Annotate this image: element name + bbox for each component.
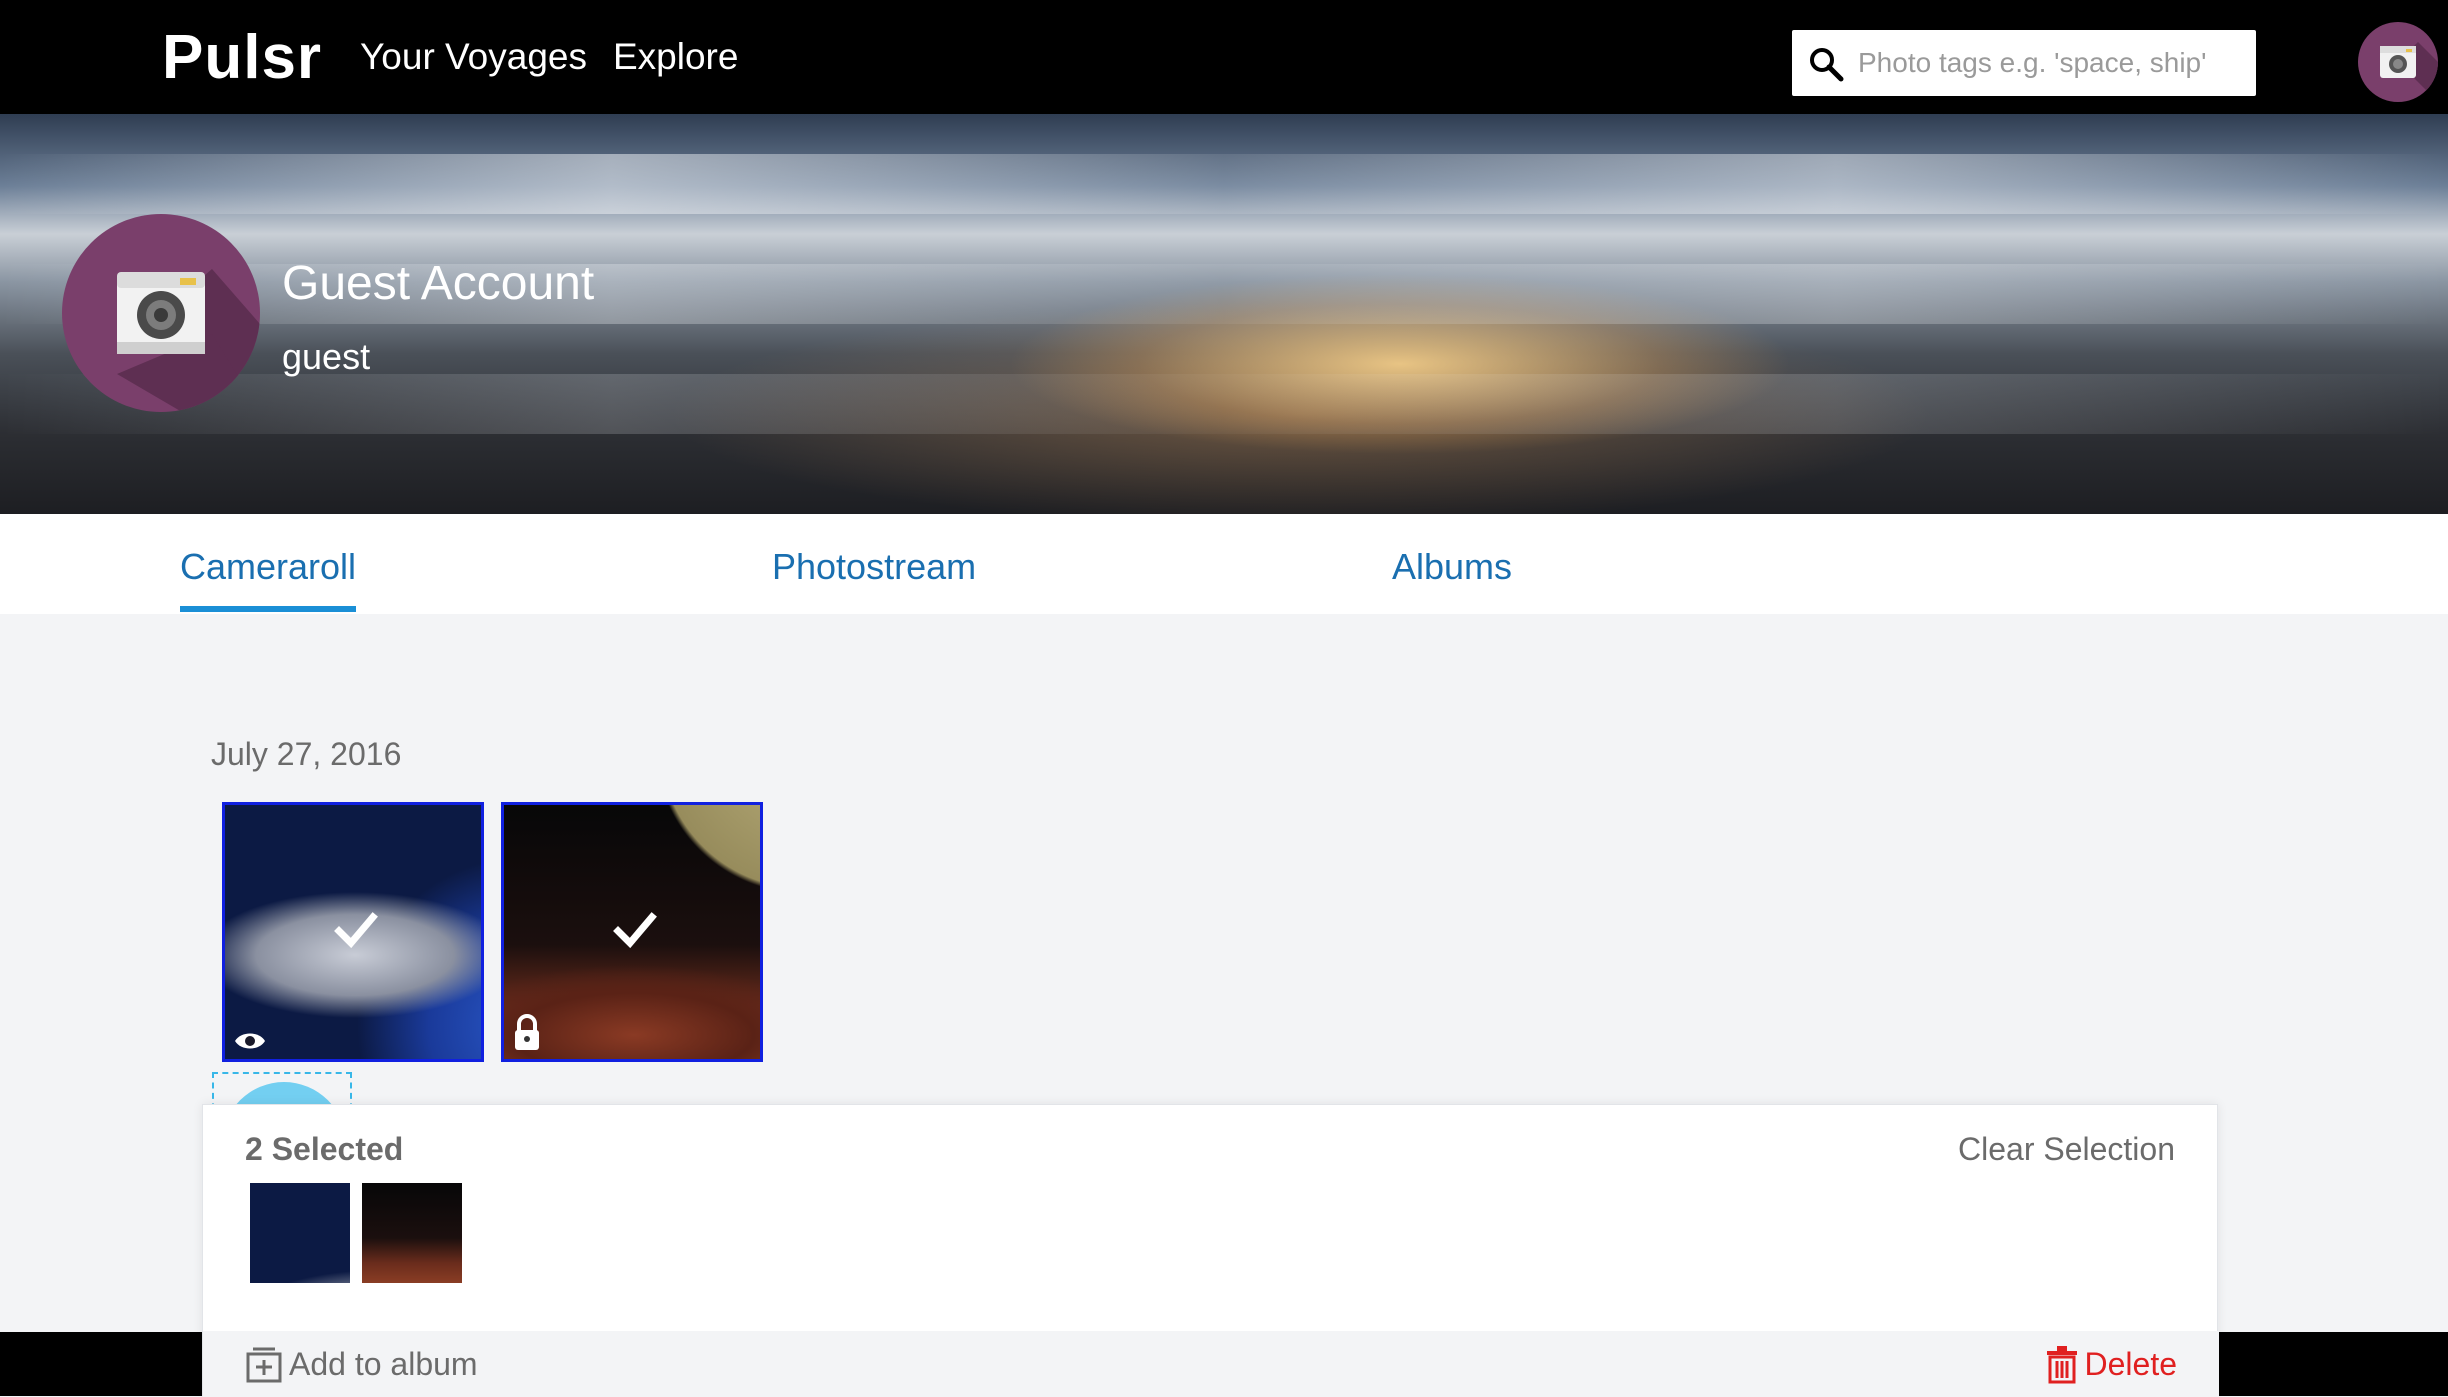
search-icon xyxy=(1810,48,1844,82)
photo-thumbnail[interactable] xyxy=(222,802,484,1062)
tab-photostream[interactable]: Photostream xyxy=(772,546,976,588)
search-box xyxy=(1792,30,2256,96)
cloud-band xyxy=(0,374,2448,434)
cloud-band xyxy=(0,154,2448,214)
profile-username: guest xyxy=(282,336,371,377)
photo-thumbnail[interactable] xyxy=(501,802,763,1062)
user-avatar[interactable] xyxy=(2358,22,2438,102)
top-navbar: Pulsr Your Voyages Explore xyxy=(0,0,2448,114)
camera-icon xyxy=(117,269,260,412)
check-icon xyxy=(334,912,378,949)
trash-icon xyxy=(2046,1346,2077,1384)
selection-actions: Add to album Delete xyxy=(203,1331,2219,1397)
add-album-icon xyxy=(246,1347,282,1383)
search-input[interactable] xyxy=(1858,30,2248,96)
selection-count: 2 Selected xyxy=(245,1131,404,1167)
selection-panel: 2 Selected Clear Selection Add to album … xyxy=(202,1104,2219,1397)
eye-icon xyxy=(235,1033,265,1049)
selected-thumbnail[interactable] xyxy=(362,1183,462,1283)
add-to-album-button[interactable]: Add to album xyxy=(245,1331,478,1397)
selected-thumbnail[interactable] xyxy=(250,1183,350,1283)
profile-banner xyxy=(0,114,2448,514)
tab-albums[interactable]: Albums xyxy=(1392,546,1512,588)
delete-label: Delete xyxy=(2084,1345,2178,1382)
delete-button[interactable]: Delete xyxy=(2045,1331,2178,1397)
clear-selection-button[interactable]: Clear Selection xyxy=(1958,1131,2175,1168)
lock-icon xyxy=(515,1014,539,1050)
date-heading: July 27, 2016 xyxy=(211,736,402,772)
tab-cameraroll[interactable]: Cameraroll xyxy=(180,546,356,588)
camera-icon xyxy=(2380,42,2438,102)
profile-name: Guest Account xyxy=(282,257,595,310)
check-icon xyxy=(613,912,657,949)
profile-tabs: Cameraroll Photostream Albums xyxy=(0,514,2448,614)
profile-avatar xyxy=(62,214,260,412)
nav-explore[interactable]: Explore xyxy=(613,36,738,78)
brand-logo[interactable]: Pulsr xyxy=(162,22,322,93)
add-to-album-label: Add to album xyxy=(289,1345,478,1382)
nav-your-voyages[interactable]: Your Voyages xyxy=(360,36,587,78)
active-tab-indicator xyxy=(180,606,356,612)
